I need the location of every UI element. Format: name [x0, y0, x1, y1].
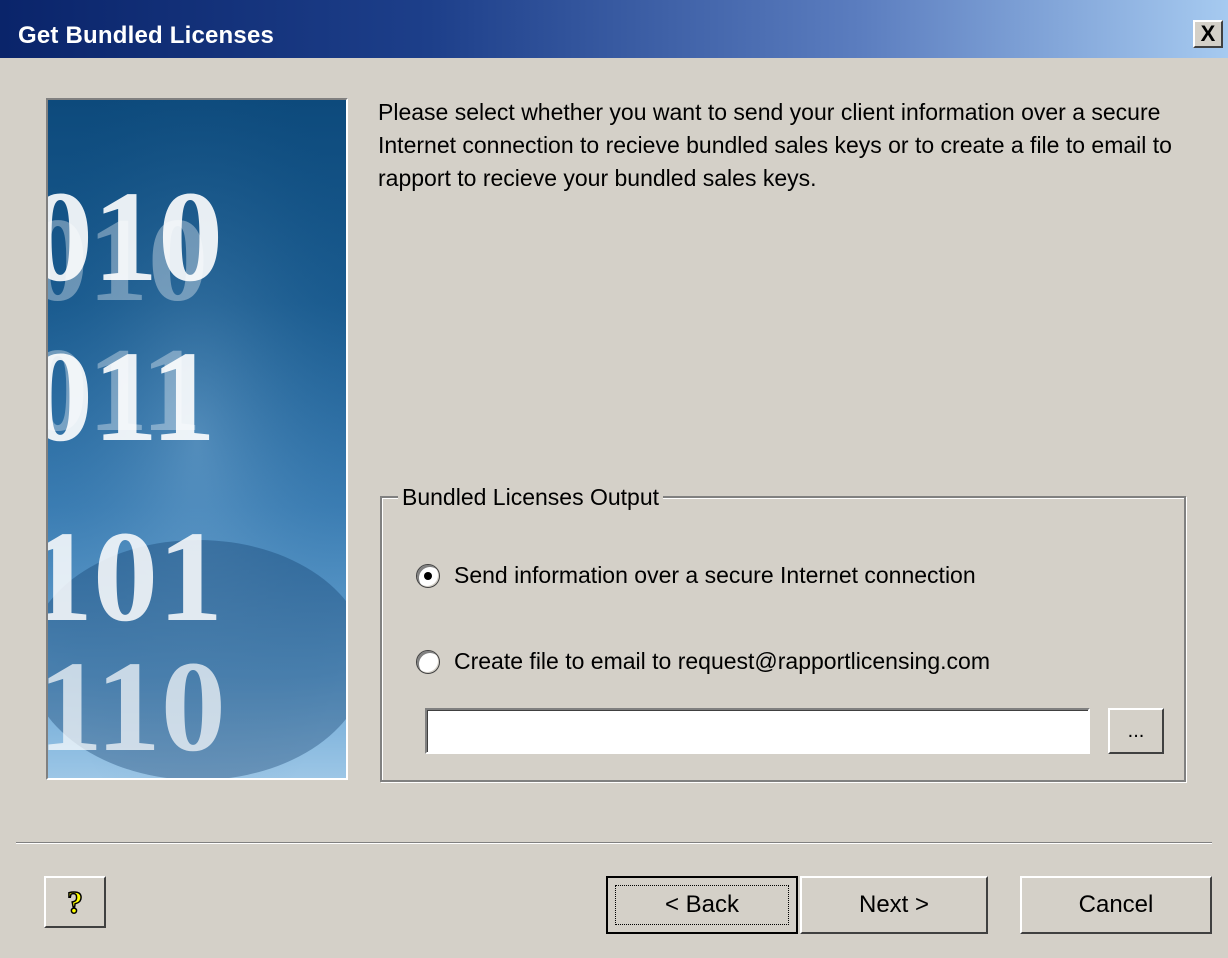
radio-create-file[interactable]: Create file to email to request@rapportl…	[416, 648, 990, 675]
help-button[interactable]: ?	[44, 876, 106, 928]
next-label: Next >	[858, 891, 930, 918]
radio-button-unselected[interactable]	[416, 649, 440, 674]
side-banner-image: 010 010 011 011 101 110	[46, 98, 348, 780]
svg-text:?: ?	[67, 885, 83, 919]
digits-line-5: 101	[48, 505, 223, 649]
digits-line-6: 110	[48, 635, 226, 778]
close-icon: X	[1200, 21, 1216, 46]
instruction-text: Please select whether you want to send y…	[378, 99, 1172, 191]
radio-label-send: Send information over a secure Internet …	[454, 562, 976, 588]
focus-rectangle	[615, 885, 789, 925]
question-mark-icon: ?	[66, 885, 84, 919]
radio-label-create-file: Create file to email to request@rapportl…	[454, 648, 990, 674]
digits-line-4: 011	[48, 325, 216, 469]
digits-line-2: 010	[48, 165, 223, 309]
close-button[interactable]: X	[1193, 20, 1223, 48]
cancel-label: Cancel	[1078, 891, 1154, 918]
radio-button-selected[interactable]	[416, 563, 440, 588]
browse-button[interactable]: ...	[1108, 708, 1164, 754]
next-button[interactable]: Next >	[800, 876, 988, 934]
window-title: Get Bundled Licenses	[18, 22, 275, 49]
cancel-button[interactable]: Cancel	[1020, 876, 1212, 934]
title-bar: Get Bundled Licenses X	[0, 0, 1228, 58]
file-path-input[interactable]	[425, 708, 1090, 754]
browse-label: ...	[1127, 719, 1145, 742]
button-separator	[16, 842, 1212, 844]
groupbox-label: Bundled Licenses Output	[398, 484, 664, 511]
back-button[interactable]: < Back	[606, 876, 798, 934]
binary-digits-graphic: 010 010 011 011 101 110	[48, 100, 346, 778]
radio-send-internet[interactable]: Send information over a secure Internet …	[416, 562, 976, 589]
